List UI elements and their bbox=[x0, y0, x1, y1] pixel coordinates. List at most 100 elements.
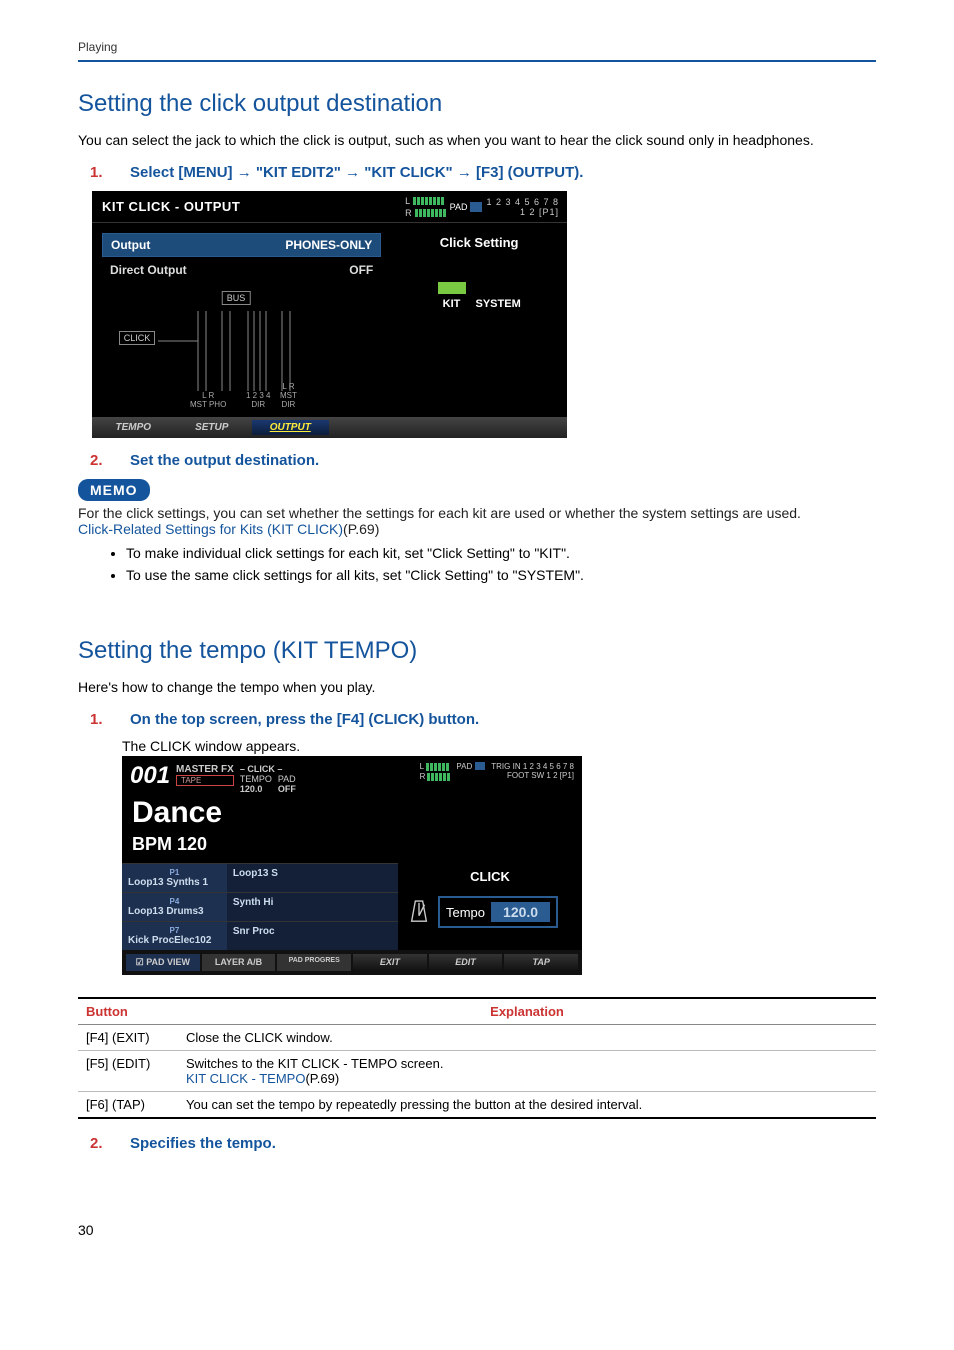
s2-footer: ☑ PAD VIEW LAYER A/B PAD PROGRES EXIT ED… bbox=[122, 950, 582, 975]
t: Loop13 S bbox=[227, 864, 398, 892]
t: PAD bbox=[456, 762, 472, 771]
tab-empty bbox=[331, 420, 408, 435]
cell-explanation: Close the CLICK window. bbox=[178, 1025, 876, 1051]
step-text: On the top screen, press the [F4] (CLICK… bbox=[130, 711, 479, 728]
t: TEMPO bbox=[240, 774, 272, 784]
meter-l: L bbox=[405, 196, 410, 206]
step-number: 2. bbox=[90, 1135, 106, 1152]
t: Snr Proc bbox=[227, 922, 398, 950]
cell-button: [F6] (TAP) bbox=[78, 1092, 178, 1119]
meter-bars bbox=[427, 773, 450, 781]
t: OFF bbox=[278, 784, 296, 794]
link-kit-click-tempo[interactable]: KIT CLICK - TEMPO bbox=[186, 1071, 305, 1086]
table-row: [F4] (EXIT) Close the CLICK window. bbox=[78, 1025, 876, 1051]
tempo-value: 120.0 bbox=[491, 902, 550, 922]
metronome-icon bbox=[408, 899, 430, 925]
tab-tempo: TEMPO bbox=[95, 420, 172, 435]
kit-number: 001 bbox=[130, 762, 170, 794]
t: Loop13 Synths 1 bbox=[128, 877, 208, 888]
click-title: CLICK bbox=[408, 869, 572, 884]
trig-p1: 1 2 [P1] bbox=[520, 207, 559, 217]
meter-bars bbox=[415, 209, 446, 217]
meter-r: R bbox=[405, 208, 412, 218]
running-header: Playing bbox=[78, 40, 876, 62]
t: (P.69) bbox=[343, 521, 379, 537]
s2-header: 001 MASTER FX TAPE – CLICK – TEMPO120.0 … bbox=[122, 756, 582, 794]
val: PHONES-ONLY bbox=[285, 238, 372, 252]
screen-title: KIT CLICK - OUTPUT bbox=[92, 191, 339, 222]
bullet: To use the same click settings for all k… bbox=[126, 567, 876, 583]
table-row: [F5] (EDIT) Switches to the KIT CLICK - … bbox=[78, 1051, 876, 1092]
arrow-icon: → bbox=[457, 164, 472, 181]
lbl: Output bbox=[111, 238, 150, 252]
screenshot-click-window: 001 MASTER FX TAPE – CLICK – TEMPO120.0 … bbox=[122, 756, 582, 975]
t: Tempo bbox=[446, 905, 485, 920]
heading-click-output: Setting the click output destination bbox=[78, 90, 876, 118]
tab-layer: LAYER A/B bbox=[202, 954, 276, 971]
intro-text: You can select the jack to which the cli… bbox=[78, 132, 876, 148]
pad-label: PAD bbox=[450, 202, 468, 212]
step-text: Select [MENU] → "KIT EDIT2" → "KIT CLICK… bbox=[130, 164, 583, 181]
pn: P1 bbox=[128, 868, 221, 877]
arrow-icon: → bbox=[237, 164, 252, 181]
bus-labels-bottom: 1 2 3 4DIR bbox=[246, 391, 270, 409]
step-number: 1. bbox=[90, 164, 106, 181]
bpm-display: BPM 120 bbox=[122, 832, 582, 863]
t: PAD bbox=[278, 774, 296, 784]
step-1: 1. On the top screen, press the [F4] (CL… bbox=[90, 711, 876, 728]
step-2: 2. Specifies the tempo. bbox=[90, 1135, 876, 1152]
meters: L R PAD 1 2 3 4 5 6 7 8 1 2 [P1] bbox=[339, 191, 567, 222]
lbl: KIT bbox=[443, 298, 461, 310]
pad-indicator-icon bbox=[470, 202, 482, 212]
tape-badge: TAPE bbox=[176, 775, 234, 786]
t: 1 2 [P1] bbox=[546, 771, 574, 780]
t: 1 2 3 4 5 6 7 8 bbox=[523, 762, 574, 771]
bullet: To make individual click settings for ea… bbox=[126, 545, 876, 561]
step-2: 2. Set the output destination. bbox=[90, 452, 876, 469]
memo-body: For the click settings, you can set whet… bbox=[78, 505, 876, 537]
memo-block: MEMO For the click settings, you can set… bbox=[78, 479, 876, 583]
tab-padview: ☑ PAD VIEW bbox=[126, 954, 200, 971]
t: Select [MENU] bbox=[130, 164, 237, 181]
kit-name: Dance bbox=[122, 794, 582, 832]
row-output: Output PHONES-ONLY bbox=[102, 233, 381, 257]
meter-l: L bbox=[420, 762, 424, 771]
kit-toggle: KIT bbox=[438, 268, 466, 310]
tab-padprogres: PAD PROGRES bbox=[277, 954, 351, 971]
t: FOOT SW bbox=[507, 771, 544, 780]
memo-bullets: To make individual click settings for ea… bbox=[126, 545, 876, 583]
memo-badge: MEMO bbox=[78, 479, 150, 501]
arrow-icon: → bbox=[345, 164, 360, 181]
meter-r: R bbox=[420, 772, 426, 781]
t: (P.69) bbox=[305, 1071, 339, 1086]
bus-labels-bottom: L RMST PHO bbox=[190, 391, 226, 409]
link-click-related-settings[interactable]: Click-Related Settings for Kits (KIT CLI… bbox=[78, 521, 343, 537]
step-number: 2. bbox=[90, 452, 106, 469]
page-number: 30 bbox=[78, 1222, 876, 1238]
meter-bars bbox=[413, 197, 444, 205]
t: 120.0 bbox=[240, 784, 263, 794]
cell-button: [F5] (EDIT) bbox=[78, 1051, 178, 1092]
t: Kick ProcElec102 bbox=[128, 935, 211, 946]
system-toggle: SYSTEM bbox=[476, 268, 521, 310]
pn: P7 bbox=[128, 926, 221, 935]
caption-click-window: The CLICK window appears. bbox=[122, 738, 876, 754]
trig-numbers: 1 2 3 4 5 6 7 8 bbox=[486, 197, 559, 207]
tab-output-active: OUTPUT bbox=[252, 420, 329, 435]
table-row: [F6] (TAP) You can set the tempo by repe… bbox=[78, 1092, 876, 1119]
tab-exit: EXIT bbox=[353, 954, 427, 971]
screenshot-kit-click-output: KIT CLICK - OUTPUT L R PAD 1 2 3 4 5 6 7… bbox=[92, 191, 567, 438]
tempo-box: Tempo 120.0 bbox=[438, 896, 558, 928]
intro-text: Here's how to change the tempo when you … bbox=[78, 679, 876, 695]
th-explanation: Explanation bbox=[178, 998, 876, 1025]
tab-empty bbox=[409, 420, 486, 435]
toggle-indicator-icon bbox=[484, 282, 512, 294]
lbl: SYSTEM bbox=[476, 298, 521, 310]
step-text: Specifies the tempo. bbox=[130, 1135, 276, 1152]
t: [F3] (OUTPUT). bbox=[472, 164, 584, 181]
t: "KIT CLICK" bbox=[360, 164, 457, 181]
bus-labels-bottom: L RMSTDIR bbox=[280, 382, 297, 409]
tab-setup: SETUP bbox=[174, 420, 251, 435]
t: "KIT EDIT2" bbox=[252, 164, 345, 181]
click-setting-title: Click Setting bbox=[403, 235, 555, 250]
